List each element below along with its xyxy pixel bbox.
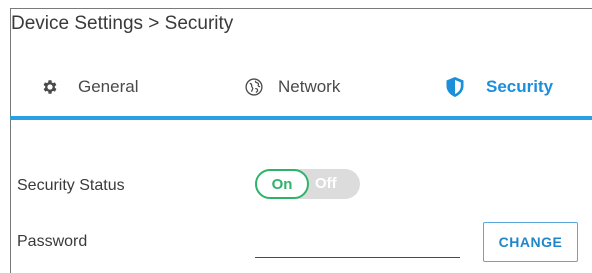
tab-general-label: General xyxy=(78,77,139,96)
tab-general[interactable]: General xyxy=(39,70,138,104)
breadcrumb: Device Settings > Security xyxy=(11,13,234,34)
security-status-label: Security Status xyxy=(17,177,125,194)
password-label: Password xyxy=(17,233,88,250)
gear-icon xyxy=(39,76,61,98)
toggle-off-label: Off xyxy=(315,175,337,192)
toggle-on-knob: On xyxy=(255,169,309,199)
security-status-toggle[interactable]: On Off xyxy=(255,169,360,199)
tab-security-label: Security xyxy=(486,77,554,96)
settings-tabs: General Network Security xyxy=(10,70,592,110)
globe-icon xyxy=(243,76,265,98)
password-field[interactable] xyxy=(255,232,460,258)
tab-network[interactable]: Network xyxy=(243,70,340,104)
tab-network-label: Network xyxy=(278,77,341,96)
tab-security[interactable]: Security xyxy=(444,70,553,104)
shield-icon xyxy=(444,76,466,98)
active-tab-underline xyxy=(10,116,592,120)
change-password-button[interactable]: CHANGE xyxy=(483,222,578,262)
